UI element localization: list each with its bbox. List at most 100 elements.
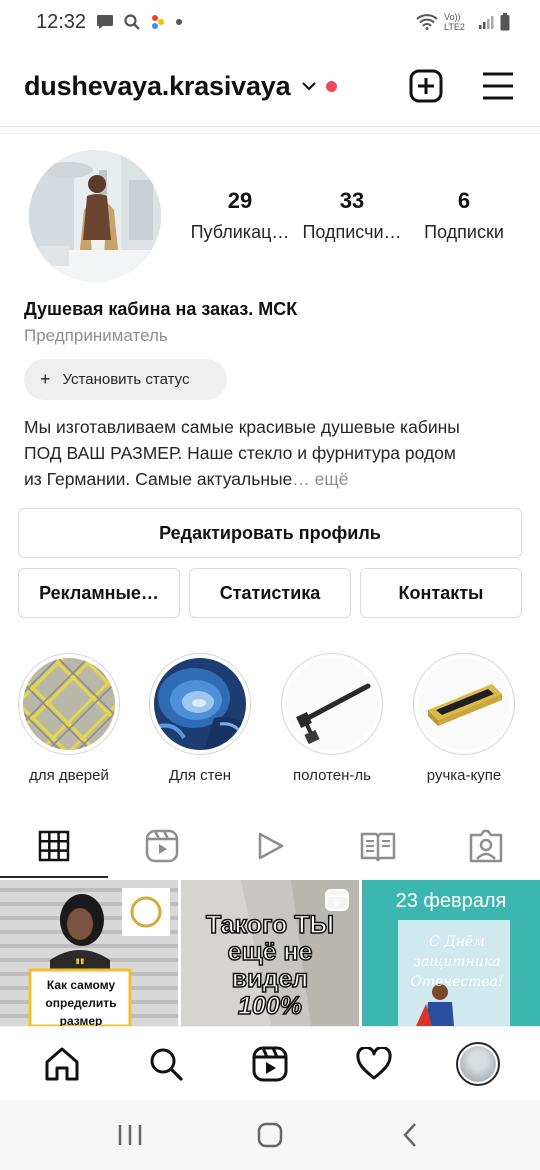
play-icon xyxy=(258,832,284,860)
stat-following-count: 6 xyxy=(457,188,471,213)
home-square-icon xyxy=(257,1122,283,1148)
highlight-ring xyxy=(281,653,383,755)
post-caption: 23 февраля xyxy=(395,890,507,912)
caption-line: С Днём xyxy=(429,934,485,950)
header-divider-secondary xyxy=(0,133,540,134)
recent-apps-button[interactable] xyxy=(105,1110,155,1160)
post-caption: Такого ТЫ ещё не видел 100% xyxy=(181,911,359,1021)
avatar-photo xyxy=(29,150,161,282)
stat-posts-label: Публикац… xyxy=(190,222,290,242)
more-notifications-icon xyxy=(176,19,183,25)
tab-video[interactable] xyxy=(216,816,324,876)
stat-posts-count: 29 xyxy=(227,188,253,213)
tab-tagged[interactable] xyxy=(432,816,540,876)
wifi-icon xyxy=(416,14,438,30)
signal-icon xyxy=(479,16,494,29)
menu-icon[interactable] xyxy=(480,68,516,104)
set-status-label: Установить статус xyxy=(62,371,190,388)
nav-search[interactable] xyxy=(136,1034,196,1094)
tab-guides[interactable] xyxy=(324,816,432,876)
highlight-ring xyxy=(413,653,515,755)
caption-line: 100% xyxy=(237,992,302,1021)
bio-line: Мы изготавливаем самые красивые душевые … xyxy=(24,417,460,437)
profile-avatar-small xyxy=(456,1041,500,1086)
highlight-label: для дверей xyxy=(29,767,109,784)
post-thumbnail[interactable]: 23 февраля С Днём защитника Отечества! xyxy=(362,880,540,1026)
reels-icon xyxy=(145,829,179,863)
caption-line: Такого ТЫ xyxy=(205,911,335,940)
nav-reels[interactable] xyxy=(240,1034,300,1094)
nav-activity[interactable] xyxy=(344,1034,404,1094)
battery-icon xyxy=(500,13,510,31)
highlight-ring xyxy=(149,653,251,755)
recent-apps-icon xyxy=(118,1125,142,1145)
post-sub-caption: С Днём защитника Отечества! xyxy=(402,932,512,992)
reels-icon xyxy=(252,1046,288,1081)
notification-dot xyxy=(326,80,338,92)
nav-home[interactable] xyxy=(32,1034,92,1094)
status-system-icons: Vo)) LTE2 xyxy=(416,12,510,32)
caption-line: защитника xyxy=(413,954,501,970)
profile-avatar[interactable] xyxy=(29,150,161,282)
post-thumbnail[interactable]: " Как самому определить размер xyxy=(0,880,178,1026)
back-icon xyxy=(403,1123,416,1147)
stat-posts[interactable]: 29 Публикац… xyxy=(188,188,292,243)
bio-more-link[interactable]: … ещё xyxy=(292,469,348,489)
stat-following[interactable]: 6 Подписки xyxy=(412,188,516,243)
highlight-towel-holder[interactable]: полотен-ль xyxy=(280,653,384,784)
highlight-label: полотен-ль xyxy=(293,767,371,784)
highlight-sliding-handle[interactable]: ручка-купе xyxy=(412,653,516,784)
profile-category: Предприниматель xyxy=(24,326,168,345)
edit-profile-button[interactable]: Редактировать профиль xyxy=(18,508,522,558)
back-button[interactable] xyxy=(385,1110,435,1160)
status-bar: 12:32 Vo)) LTE2 xyxy=(0,0,540,44)
ads-button[interactable]: Рекламные… xyxy=(18,568,180,618)
plus-icon: + xyxy=(40,369,51,389)
home-icon xyxy=(45,1047,79,1080)
network-label: Vo)) LTE2 xyxy=(444,12,465,32)
status-time: 12:32 xyxy=(36,10,87,33)
highlight-cover xyxy=(286,658,378,750)
highlight-label: ручка-купе xyxy=(426,767,502,784)
header-divider xyxy=(0,126,540,127)
search-icon xyxy=(150,1048,183,1081)
bio-line: из Германии. Самые актуальные xyxy=(24,469,293,489)
stat-followers-label: Подписчи… xyxy=(302,222,402,242)
tagged-icon xyxy=(469,829,503,863)
active-tab-indicator xyxy=(0,876,108,878)
account-switcher-username[interactable]: dushevaya.krasivaya xyxy=(24,71,291,102)
set-status-button[interactable]: + Установить статус xyxy=(24,359,227,400)
home-system-button[interactable] xyxy=(245,1110,295,1160)
message-icon xyxy=(97,15,114,29)
tab-reels[interactable] xyxy=(108,816,216,876)
profile-name: Душевая кабина на заказ. МСК xyxy=(24,299,298,319)
highlight-walls[interactable]: Для стен xyxy=(148,653,252,784)
new-post-icon[interactable] xyxy=(408,68,444,104)
contacts-button[interactable]: Контакты xyxy=(360,568,522,618)
highlight-doors[interactable]: для дверей xyxy=(17,653,121,784)
app-notification-icon xyxy=(152,15,165,29)
system-navigation-bar xyxy=(0,1100,540,1170)
guides-icon xyxy=(360,832,396,862)
highlight-cover xyxy=(418,658,510,750)
nav-profile[interactable] xyxy=(448,1034,508,1094)
stat-followers[interactable]: 33 Подписчи… xyxy=(292,188,412,243)
grid-icon xyxy=(38,830,70,862)
statistics-button[interactable]: Статистика xyxy=(189,568,351,618)
highlight-ring xyxy=(18,653,120,755)
caption-line: Отечества! xyxy=(410,974,504,990)
post-caption: Как самому определить размер xyxy=(45,978,117,1026)
search-notification-icon xyxy=(124,14,140,30)
post-grid: " Как самому определить размер Такого ТЫ… xyxy=(0,880,540,1026)
profile-stats: 29 Публикац… 33 Подписчи… 6 Подписки xyxy=(188,188,518,243)
profile-bio: Мы изготавливаем самые красивые душевые … xyxy=(24,414,524,492)
chevron-down-icon[interactable] xyxy=(300,77,318,95)
stat-following-label: Подписки xyxy=(424,222,504,242)
profile-header: dushevaya.krasivaya xyxy=(0,56,540,116)
caption-line: ещё не xyxy=(227,938,313,967)
post-thumbnail[interactable]: Такого ТЫ ещё не видел 100% xyxy=(181,880,359,1026)
stat-followers-count: 33 xyxy=(339,188,365,213)
profile-tabs xyxy=(0,816,540,876)
bottom-navigation xyxy=(0,1026,540,1100)
tab-grid[interactable] xyxy=(0,816,108,876)
